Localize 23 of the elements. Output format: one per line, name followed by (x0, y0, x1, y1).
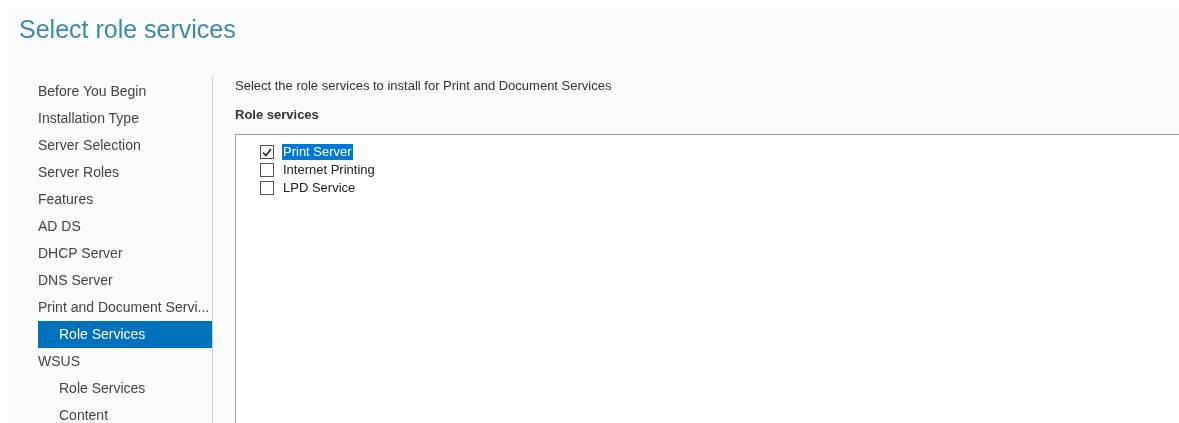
checkbox[interactable] (260, 181, 274, 195)
nav-item[interactable]: Installation Type (38, 105, 212, 132)
nav-item[interactable]: Role Services (38, 321, 212, 348)
nav-item[interactable]: AD DS (38, 213, 212, 240)
nav-item[interactable]: Role Services (38, 375, 212, 402)
nav-item[interactable]: DHCP Server (38, 240, 212, 267)
checkbox[interactable] (260, 163, 274, 177)
nav-item[interactable]: WSUS (38, 348, 212, 375)
page-title: Select role services (18, 14, 237, 45)
nav-item[interactable]: Before You Begin (38, 78, 212, 105)
role-service-label[interactable]: LPD Service (282, 180, 357, 196)
nav-item[interactable]: Server Roles (38, 159, 212, 186)
checkbox[interactable] (260, 145, 274, 159)
nav-item[interactable]: Content (38, 402, 212, 423)
checkmark-icon (262, 147, 272, 157)
instruction-text: Select the role services to install for Print and Document Services (235, 78, 613, 94)
nav-item[interactable]: Server Selection (38, 132, 212, 159)
role-service-label[interactable]: Internet Printing (282, 162, 376, 178)
nav-item[interactable]: Features (38, 186, 212, 213)
role-service-label[interactable]: Print Server (282, 144, 353, 160)
list-heading: Role services (235, 107, 320, 123)
nav-item[interactable]: Print and Document Servi... (38, 294, 212, 321)
nav-item[interactable]: DNS Server (38, 267, 212, 294)
